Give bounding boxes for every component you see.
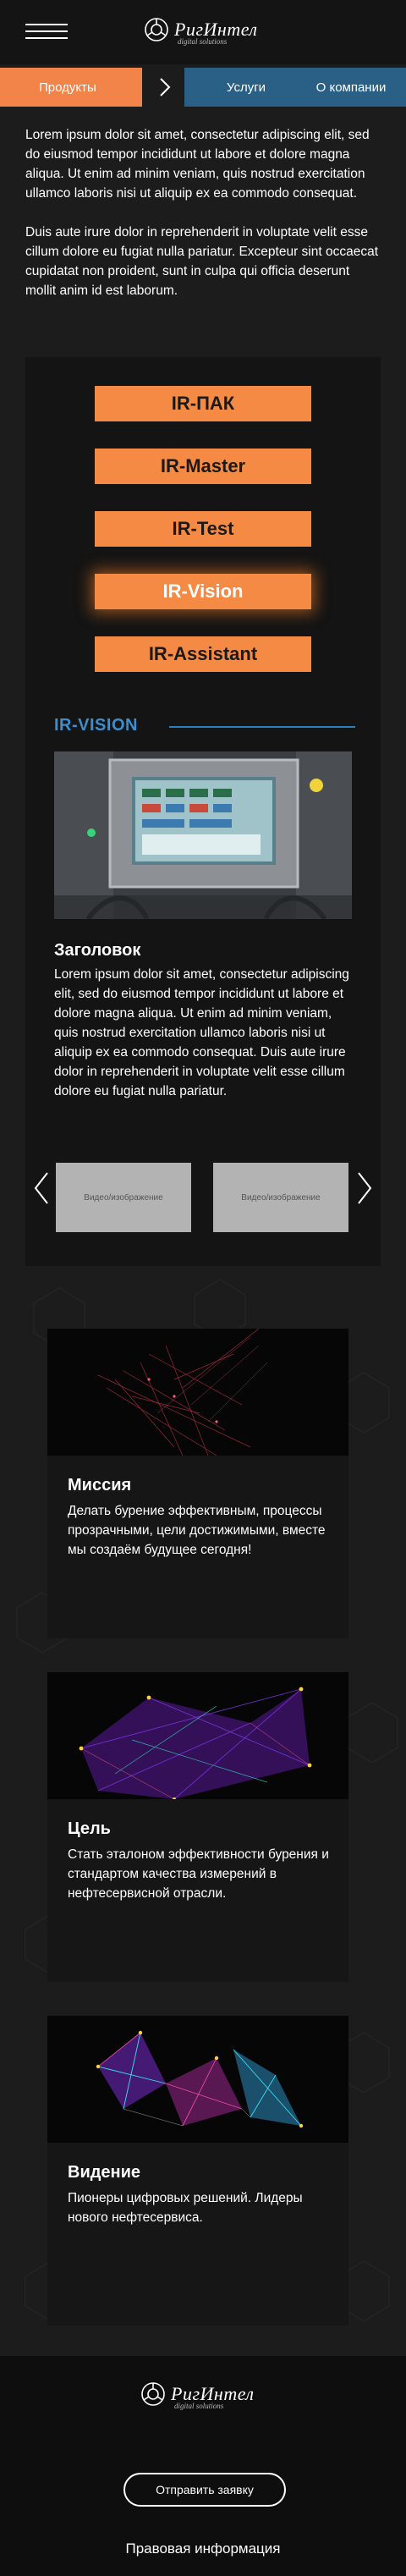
vision-title: Видение: [68, 2163, 141, 2182]
section-tabs: Продукты Услуги О компании: [0, 68, 406, 107]
chevron-right-icon: [152, 68, 178, 107]
product-button-ir-test[interactable]: IR-Test: [95, 511, 311, 547]
mission-card: Миссия Делать бурение эффективным, проце…: [47, 1329, 348, 1638]
goal-image: [47, 1672, 348, 1799]
intro-text: Lorem ipsum dolor sit amet, consectetur …: [25, 125, 379, 320]
logo-mark-icon: [141, 2382, 165, 2406]
footer-logo[interactable]: РигИнтел digital solutions: [140, 2381, 255, 2410]
products-panel: IR-ПАК IR-Master IR-Test IR-Vision IR-As…: [25, 357, 381, 1266]
product-button-ir-master[interactable]: IR-Master: [95, 449, 311, 484]
section-divider: [169, 726, 355, 728]
goal-title: Цель: [68, 1819, 111, 1838]
product-button-ir-vision[interactable]: IR-Vision: [95, 574, 311, 609]
tab-products[interactable]: Продукты: [0, 68, 142, 107]
product-photo: [54, 751, 352, 919]
mission-text: Делать бурение эффективным, процессы про…: [68, 1504, 326, 1557]
send-request-button[interactable]: Отправить заявку: [123, 2473, 286, 2507]
goal-text: Стать эталоном эффективности бурения и с…: [68, 1847, 329, 1901]
chevron-right-icon[interactable]: [354, 1170, 374, 1207]
logo-mark-icon: [145, 18, 168, 41]
vision-image: [47, 2016, 348, 2143]
page: РигИнтел digital solutions Продукты Услу…: [0, 0, 406, 2576]
mission-title: Миссия: [68, 1476, 132, 1494]
mission-image: [47, 1329, 348, 1456]
legal-info-link[interactable]: Правовая информация: [0, 2540, 406, 2557]
site-header: РигИнтел digital solutions: [0, 0, 406, 64]
vision-text: Пионеры цифровых решений. Лидеры нового …: [68, 2191, 303, 2225]
product-button-ir-pak[interactable]: IR-ПАК: [95, 386, 311, 421]
logo-tagline: digital solutions: [178, 37, 228, 46]
product-section-title: IR-VISION: [54, 716, 138, 735]
site-footer: РигИнтел digital solutions Отправить зая…: [0, 2356, 406, 2576]
video-placeholder-2[interactable]: Видео/изображение: [213, 1163, 348, 1232]
footer-logo-tagline: digital solutions: [174, 2402, 224, 2410]
intro-paragraph-2: Duis aute irure dolor in reprehenderit i…: [25, 225, 379, 298]
chevron-left-icon[interactable]: [32, 1170, 52, 1207]
product-button-ir-assistant[interactable]: IR-Assistant: [95, 636, 311, 672]
vision-card: Видение Пионеры цифровых решений. Лидеры…: [47, 2016, 348, 2326]
site-logo[interactable]: РигИнтел digital solutions: [144, 17, 258, 46]
burger-menu-icon[interactable]: [25, 24, 68, 41]
tab-services[interactable]: Услуги: [184, 68, 308, 107]
tab-company[interactable]: О компании: [296, 68, 406, 107]
intro-paragraph-1: Lorem ipsum dolor sit amet, consectetur …: [25, 128, 370, 201]
product-content-text: Lorem ipsum dolor sit amet, consectetur …: [54, 967, 349, 1098]
goal-card: Цель Стать эталоном эффективности бурени…: [47, 1672, 348, 1982]
video-placeholder-1[interactable]: Видео/изображение: [56, 1163, 191, 1232]
product-content-title: Заголовок: [54, 941, 141, 960]
